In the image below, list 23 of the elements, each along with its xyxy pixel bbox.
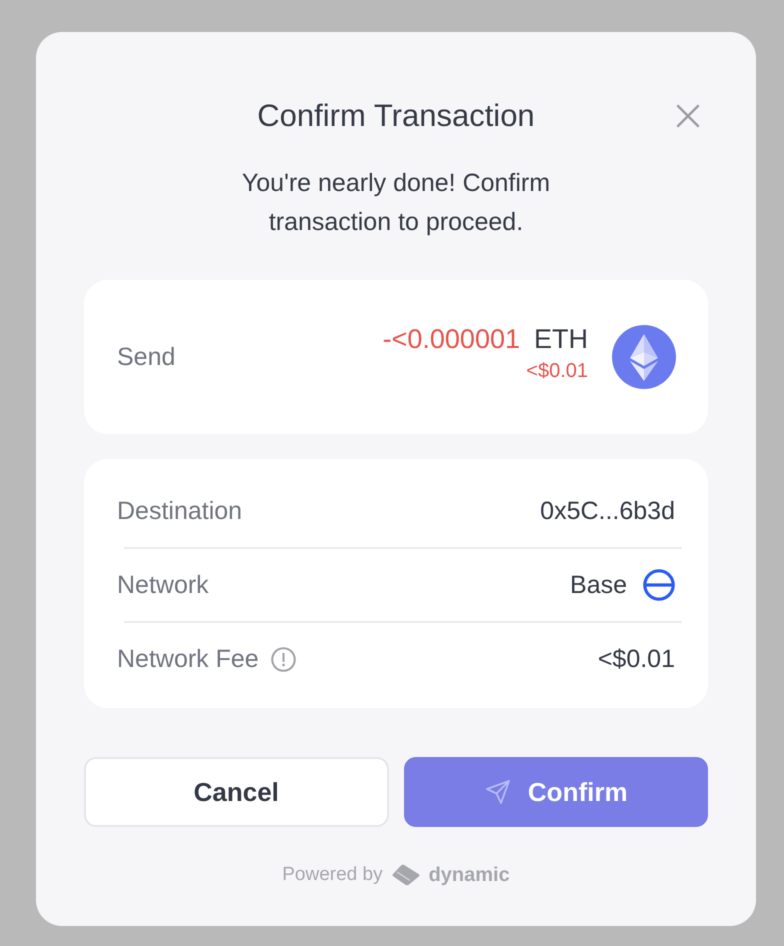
detail-value: <$0.01 <box>598 644 675 674</box>
detail-label: Network <box>117 570 209 600</box>
detail-label: Network Fee <box>117 644 259 674</box>
info-icon <box>270 646 296 672</box>
powered-by-text: Powered by <box>282 864 383 886</box>
logo-icon <box>390 863 421 887</box>
brand-name: dynamic <box>428 864 510 886</box>
paper-plane-icon <box>484 778 512 806</box>
close-icon <box>676 104 700 128</box>
token-symbol: ETH <box>534 323 588 356</box>
dialog-title: Confirm Transaction <box>257 97 535 135</box>
fiat-amount: <$0.01 <box>526 359 588 384</box>
token-amount: -<0.000001 <box>382 323 520 356</box>
dialog-subtitle: You're nearly done! Confirm transaction to proceed. <box>240 168 552 238</box>
confirm-button[interactable]: Confirm <box>404 757 708 827</box>
close-button[interactable] <box>676 104 700 128</box>
cancel-button[interactable]: Cancel <box>84 757 388 827</box>
detail-value: 0x5C...6b3d <box>540 496 675 526</box>
network-icon <box>643 569 675 601</box>
send-label: Send <box>117 342 176 372</box>
diamond-token-icon <box>612 325 676 389</box>
detail-label: Destination <box>117 496 242 526</box>
detail-value: Base <box>570 570 627 600</box>
